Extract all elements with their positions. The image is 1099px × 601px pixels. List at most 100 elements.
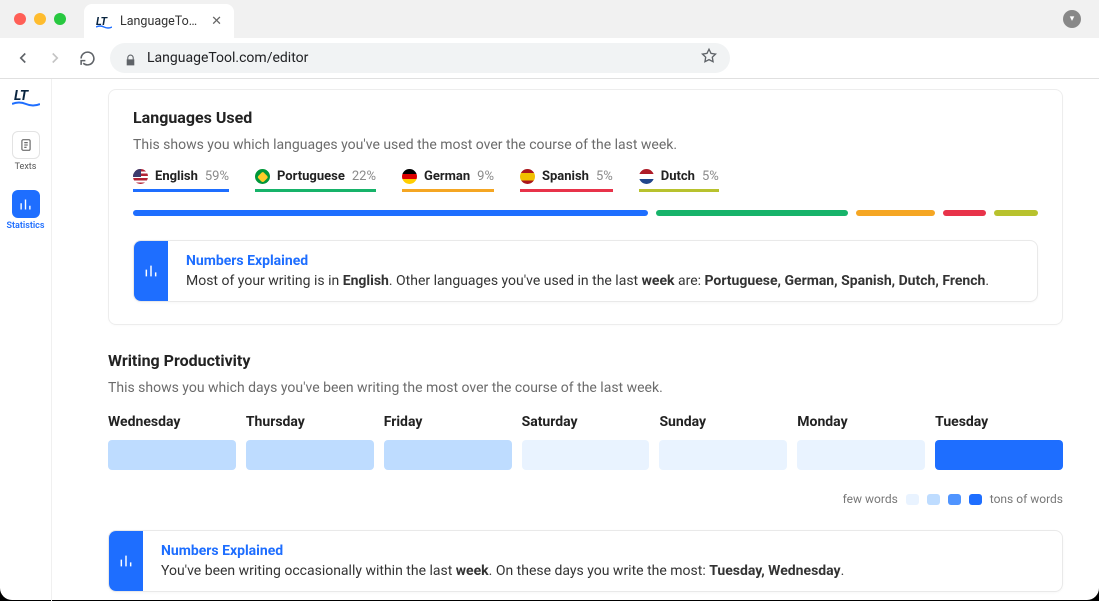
language-percent: 5% bbox=[702, 169, 719, 184]
section-title: Languages Used bbox=[133, 108, 1038, 127]
bookmark-star-icon[interactable] bbox=[700, 47, 718, 69]
day-intensity-block bbox=[108, 440, 236, 470]
language-chip[interactable]: Spanish 5% bbox=[520, 169, 613, 192]
flag-icon bbox=[133, 169, 148, 184]
day-intensity-block bbox=[522, 440, 650, 470]
productivity-days-row: Wednesday Thursday Friday Saturday Sunday Mon… bbox=[108, 414, 1063, 470]
intensity-legend: few words tons of words bbox=[108, 492, 1063, 506]
sidebar-item-label: Statistics bbox=[6, 221, 44, 231]
language-chip[interactable]: English 59% bbox=[133, 169, 229, 192]
day-label: Thursday bbox=[246, 414, 374, 430]
legend-high-label: tons of words bbox=[990, 492, 1063, 506]
day-label: Tuesday bbox=[935, 414, 1063, 430]
day-intensity-block bbox=[246, 440, 374, 470]
language-chips-row: English 59% Portuguese 22% German 9% Spanish 5%… bbox=[133, 169, 1038, 192]
languages-callout: Numbers Explained Most of your writing i… bbox=[133, 240, 1038, 302]
url-text: LanguageTool.com/editor bbox=[147, 50, 716, 66]
day-column: Saturday bbox=[522, 414, 650, 470]
app-logo[interactable]: LT bbox=[12, 87, 40, 111]
language-percent: 5% bbox=[596, 169, 613, 184]
sidebar-item-label: Texts bbox=[15, 162, 37, 172]
language-percent: 9% bbox=[477, 169, 494, 184]
svg-text:LT: LT bbox=[14, 88, 30, 104]
distribution-segment bbox=[943, 210, 987, 216]
insight-icon bbox=[109, 531, 143, 591]
reload-button[interactable] bbox=[78, 49, 96, 67]
close-tab-icon[interactable]: ✕ bbox=[211, 14, 222, 29]
language-name: Portuguese bbox=[277, 169, 345, 184]
day-column: Thursday bbox=[246, 414, 374, 470]
language-name: Spanish bbox=[542, 169, 589, 184]
productivity-section: Writing Productivity This shows you whic… bbox=[108, 351, 1063, 601]
app-container: LT Texts Statistics Languages Used This … bbox=[0, 79, 1099, 601]
language-name: Dutch bbox=[661, 169, 695, 184]
day-intensity-block bbox=[659, 440, 787, 470]
close-window-button[interactable] bbox=[14, 13, 26, 25]
distribution-segment bbox=[133, 210, 648, 216]
callout-body: Numbers Explained Most of your writing i… bbox=[168, 241, 1007, 301]
legend-chip bbox=[927, 494, 940, 505]
day-label: Friday bbox=[384, 414, 512, 430]
language-chip[interactable]: Portuguese 22% bbox=[255, 169, 376, 192]
day-label: Saturday bbox=[522, 414, 650, 430]
legend-chip bbox=[906, 494, 919, 505]
language-percent: 22% bbox=[352, 169, 376, 184]
day-intensity-block bbox=[935, 440, 1063, 470]
language-percent: 59% bbox=[205, 169, 229, 184]
day-column: Monday bbox=[797, 414, 925, 470]
main-content: Languages Used This shows you which lang… bbox=[52, 79, 1099, 601]
sidebar-item-statistics[interactable]: Statistics bbox=[6, 186, 46, 235]
callout-title: Numbers Explained bbox=[186, 253, 989, 269]
legend-low-label: few words bbox=[843, 492, 898, 506]
forward-button[interactable] bbox=[46, 49, 64, 67]
day-column: Wednesday bbox=[108, 414, 236, 470]
sidebar-item-texts[interactable]: Texts bbox=[6, 127, 46, 176]
flag-icon bbox=[402, 169, 417, 184]
sidebar: LT Texts Statistics bbox=[0, 79, 52, 601]
distribution-segment bbox=[856, 210, 935, 216]
legend-chip bbox=[969, 494, 982, 505]
day-intensity-block bbox=[797, 440, 925, 470]
language-distribution-bar bbox=[133, 210, 1038, 216]
productivity-callout: Numbers Explained You've been writing oc… bbox=[108, 530, 1063, 592]
legend-chip bbox=[948, 494, 961, 505]
callout-text: Most of your writing is in English. Othe… bbox=[186, 273, 989, 289]
flag-icon bbox=[639, 169, 654, 184]
language-chip[interactable]: Dutch 5% bbox=[639, 169, 719, 192]
day-column: Tuesday bbox=[935, 414, 1063, 470]
day-column: Sunday bbox=[659, 414, 787, 470]
insight-icon bbox=[134, 241, 168, 301]
distribution-segment bbox=[656, 210, 848, 216]
window-controls bbox=[14, 13, 66, 25]
bar-chart-icon bbox=[12, 190, 40, 218]
tab-bar: LT LanguageTool... ✕ ▾ bbox=[0, 0, 1099, 38]
tab-title: LanguageTool... bbox=[120, 14, 203, 29]
day-label: Wednesday bbox=[108, 414, 236, 430]
back-button[interactable] bbox=[14, 49, 32, 67]
browser-chrome: LT LanguageTool... ✕ ▾ LanguageTool.com/… bbox=[0, 0, 1099, 79]
browser-menu-icon[interactable]: ▾ bbox=[1063, 10, 1081, 28]
document-icon bbox=[12, 131, 40, 159]
lock-icon bbox=[124, 52, 137, 65]
callout-body: Numbers Explained You've been writing oc… bbox=[143, 531, 862, 591]
minimize-window-button[interactable] bbox=[34, 13, 46, 25]
callout-title: Numbers Explained bbox=[161, 543, 844, 559]
section-description: This shows you which languages you've us… bbox=[133, 137, 1038, 153]
day-intensity-block bbox=[384, 440, 512, 470]
day-label: Sunday bbox=[659, 414, 787, 430]
language-name: English bbox=[155, 169, 198, 184]
maximize-window-button[interactable] bbox=[54, 13, 66, 25]
day-label: Monday bbox=[797, 414, 925, 430]
flag-icon bbox=[255, 169, 270, 184]
browser-tab[interactable]: LT LanguageTool... ✕ bbox=[84, 4, 234, 38]
language-chip[interactable]: German 9% bbox=[402, 169, 494, 192]
callout-text: You've been writing occasionally within … bbox=[161, 563, 844, 579]
address-bar: LanguageTool.com/editor bbox=[0, 38, 1099, 78]
tab-favicon: LT bbox=[96, 13, 112, 29]
url-input[interactable]: LanguageTool.com/editor bbox=[110, 43, 730, 73]
language-name: German bbox=[424, 169, 470, 184]
section-title: Writing Productivity bbox=[108, 351, 1063, 370]
distribution-segment bbox=[994, 210, 1038, 216]
day-column: Friday bbox=[384, 414, 512, 470]
section-description: This shows you which days you've been wr… bbox=[108, 380, 1063, 396]
